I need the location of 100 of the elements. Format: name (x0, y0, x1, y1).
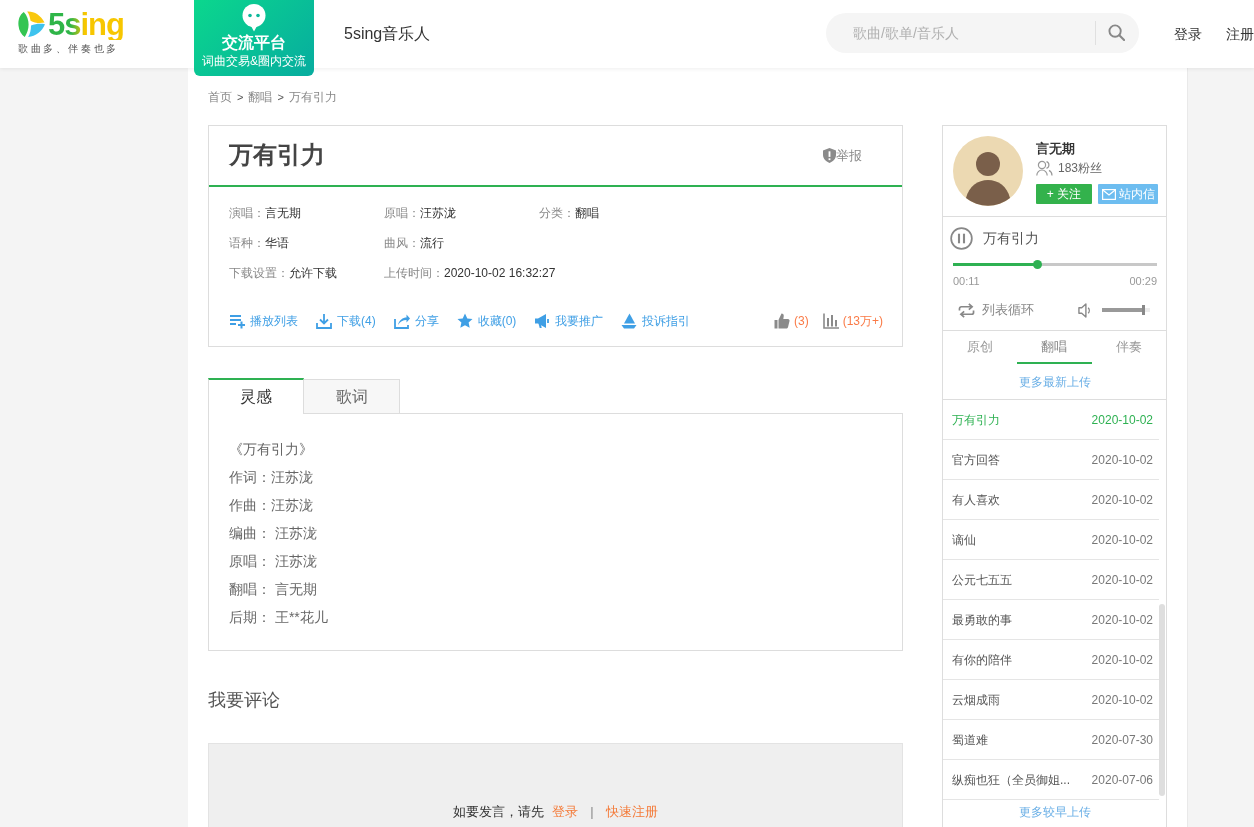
song-link[interactable]: 蜀道难 (952, 730, 988, 749)
like-count: (3) (793, 313, 809, 330)
shield-icon (823, 148, 836, 163)
promote-link[interactable]: 我要推广 (534, 312, 604, 330)
song-link[interactable]: 谪仙 (952, 530, 976, 549)
song-date: 2020-10-02 (1091, 451, 1153, 469)
song-link[interactable]: 云烟成雨 (952, 690, 1000, 709)
breadcrumb-link[interactable]: 翻唱 (248, 88, 273, 106)
search-icon[interactable] (1108, 24, 1125, 41)
download-link[interactable]: 下载(4) (316, 312, 376, 330)
song-date: 2020-10-02 (1091, 691, 1153, 709)
song-link[interactable]: 官方回答 (952, 450, 1000, 469)
song-date: 2020-10-02 (1091, 491, 1153, 509)
search-field[interactable]: 歌曲/歌单/音乐人 (826, 13, 1139, 53)
loop-mode-button[interactable]: 列表循环 (958, 300, 1034, 320)
promo-title: 交流平台 (222, 33, 286, 53)
song-date: 2020-10-02 (1091, 611, 1153, 629)
sailboat-icon (621, 313, 638, 329)
song-date: 2020-10-02 (1091, 531, 1153, 549)
star-icon (456, 313, 473, 329)
song-date: 2020-10-02 (1091, 571, 1153, 589)
progress-thumb[interactable] (1032, 260, 1042, 269)
category-tab[interactable]: 伴奏 (1091, 331, 1166, 364)
info-value: 2020-10-02 16:32:27 (444, 266, 556, 280)
message-button[interactable]: 站内信 (1098, 184, 1158, 204)
volume-thumb[interactable] (1142, 305, 1146, 315)
song-link[interactable]: 有你的陪伴 (952, 650, 1012, 669)
follow-button[interactable]: + 关注 (1036, 184, 1092, 204)
song-title: 万有引力 (229, 141, 325, 170)
inspiration-line: 作词：汪苏泷 (229, 468, 314, 487)
complaint-link[interactable]: 投诉指引 (621, 312, 691, 330)
content-tab[interactable]: 灵感 (208, 378, 304, 414)
login-link[interactable]: 登录 (552, 804, 579, 819)
promo-banner[interactable]: 交流平台 词曲交易&圈内交流 (194, 0, 314, 76)
info-label: 语种： (229, 236, 265, 250)
more-link[interactable]: 更多较早上传 (943, 800, 1166, 824)
inspiration-line: 原唱： 汪苏泷 (229, 552, 318, 571)
song-link[interactable]: 最勇敢的事 (952, 610, 1012, 629)
song-link[interactable]: 公元七五五 (952, 570, 1012, 589)
category-tab[interactable]: 原创 (943, 331, 1018, 364)
song-link[interactable]: 有人喜欢 (952, 490, 1000, 509)
info-value: 翻唱 (575, 206, 599, 220)
logo-text: 5sing (48, 9, 124, 40)
breadcrumb-separator: > (277, 90, 284, 105)
pause-icon[interactable] (950, 227, 973, 250)
artist-name[interactable]: 言无期 (1036, 140, 1158, 158)
download-icon (316, 313, 332, 329)
inspiration-line: 《万有引力》 (229, 440, 314, 459)
info-value: 汪苏泷 (420, 206, 456, 220)
content-tab[interactable]: 歌词 (304, 379, 400, 414)
song-link[interactable]: 万有引力 (952, 410, 1000, 429)
info-value: 允许下载 (289, 266, 337, 280)
inspiration-line: 后期： 王**花儿 (229, 608, 329, 627)
inspiration-line: 翻唱： 言无期 (229, 580, 318, 599)
info-label: 原唱： (384, 206, 420, 220)
info-value: 流行 (420, 236, 444, 250)
speaker-icon[interactable] (1078, 302, 1091, 318)
avatar[interactable] (953, 136, 1023, 206)
total-time: 00:29 (1129, 274, 1157, 288)
track-title: 万有引力 (983, 229, 1039, 248)
register-link[interactable]: 快速注册 (605, 804, 658, 819)
favorite-link[interactable]: 收藏(0) (456, 312, 517, 330)
people-icon (1036, 160, 1053, 176)
promo-subtitle: 词曲交易&圈内交流 (202, 53, 306, 69)
playlist-link[interactable]: 播放列表 (229, 312, 298, 330)
elapsed-time: 00:11 (953, 274, 980, 288)
thumbs-up-icon[interactable] (773, 313, 790, 329)
nav-link[interactable]: 5sing音乐人 (344, 0, 431, 68)
category-tab[interactable]: 翻唱 (1017, 331, 1092, 364)
fans-count: 183粉丝 (1058, 160, 1103, 177)
song-link[interactable]: 纵痴也狂（全员御姐... (952, 770, 1070, 789)
info-value: 华语 (265, 236, 289, 250)
scrollbar-thumb[interactable] (1159, 604, 1165, 796)
play-count: (13万+) (842, 313, 883, 330)
repeat-icon (958, 302, 975, 318)
breadcrumb-link[interactable]: 首页 (208, 88, 232, 106)
logo-icon (18, 11, 45, 38)
share-icon (393, 313, 410, 329)
more-link[interactable]: 更多最新上传 (943, 372, 1166, 392)
song-date: 2020-07-06 (1091, 771, 1153, 789)
song-date: 2020-10-02 (1091, 411, 1153, 429)
bar-chart-icon (822, 313, 839, 329)
megaphone-icon (534, 313, 551, 329)
inspiration-line: 编曲： 汪苏泷 (229, 524, 318, 543)
breadcrumb-current: 万有引力 (288, 89, 337, 106)
login-link[interactable]: 登录 (1174, 0, 1202, 68)
comment-heading: 我要评论 (208, 689, 281, 711)
share-link[interactable]: 分享 (393, 312, 439, 330)
info-label: 曲风： (384, 236, 420, 250)
breadcrumb-separator: > (237, 90, 244, 105)
info-label: 分类： (539, 206, 575, 220)
chat-bubble-icon (242, 4, 266, 32)
song-date: 2020-07-30 (1091, 731, 1153, 749)
info-label: 下载设置： (229, 266, 289, 280)
inspiration-line: 作曲：汪苏泷 (229, 496, 314, 515)
report-link[interactable]: 举报 (823, 145, 862, 166)
info-value: 言无期 (265, 206, 301, 220)
register-link[interactable]: 注册 (1226, 0, 1254, 68)
logo-slogan: 歌曲多、伴奏也多 (18, 43, 120, 55)
song-date: 2020-10-02 (1091, 651, 1153, 669)
